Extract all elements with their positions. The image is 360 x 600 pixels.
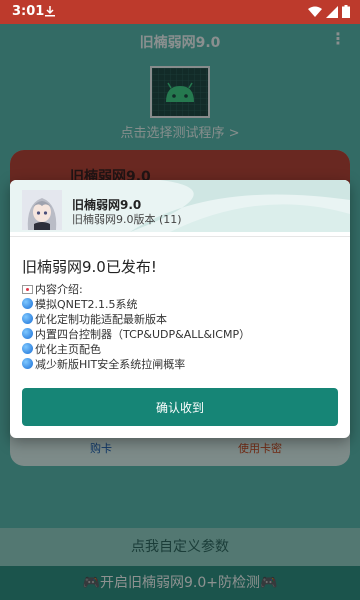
dialog-divider [10,236,350,237]
confirm-received-button[interactable]: 确认收到 [22,388,338,426]
blue-dot-icon [22,298,33,309]
anime-avatar-icon [22,190,62,230]
wifi-icon [308,6,322,17]
release-note-text: 优化定制功能适配最新版本 [35,312,167,326]
battery-icon [342,5,350,18]
dialog-app-version: 旧楠弱网9.0版本 (11) [72,213,182,226]
release-note-item: 减少新版HIT安全系统拉闸概率 [22,356,250,371]
app-avatar [22,190,62,230]
blue-dot-icon [22,328,33,339]
status-icons [308,5,350,18]
update-dialog: 旧楠弱网9.0 旧楠弱网9.0版本 (11) 旧楠弱网9.0已发布! 内容介绍:… [10,180,350,438]
download-icon [45,6,55,17]
release-note-text: 优化主页配色 [35,342,101,356]
status-bar: 3:01 [0,0,360,24]
envelope-icon [22,284,33,294]
blue-dot-icon [22,358,33,369]
signal-icon [326,5,338,18]
dialog-header: 旧楠弱网9.0 旧楠弱网9.0版本 (11) [10,180,350,232]
release-notes-list: 模拟QNET2.1.5系统 优化定制功能适配最新版本 内置四台控制器（TCP&U… [22,296,250,371]
release-note-item: 优化定制功能适配最新版本 [22,311,250,326]
status-time: 3:01 [12,4,45,19]
release-headline: 旧楠弱网9.0已发布! [22,258,157,276]
blue-dot-icon [22,343,33,354]
release-note-text: 减少新版HIT安全系统拉闸概率 [35,357,186,371]
release-note-item: 内置四台控制器（TCP&UDP&ALL&ICMP） [22,326,250,341]
release-note-item: 优化主页配色 [22,341,250,356]
blue-dot-icon [22,313,33,324]
release-note-text: 内置四台控制器（TCP&UDP&ALL&ICMP） [35,327,251,341]
release-note-item: 模拟QNET2.1.5系统 [22,296,250,311]
release-note-text: 模拟QNET2.1.5系统 [35,297,138,311]
